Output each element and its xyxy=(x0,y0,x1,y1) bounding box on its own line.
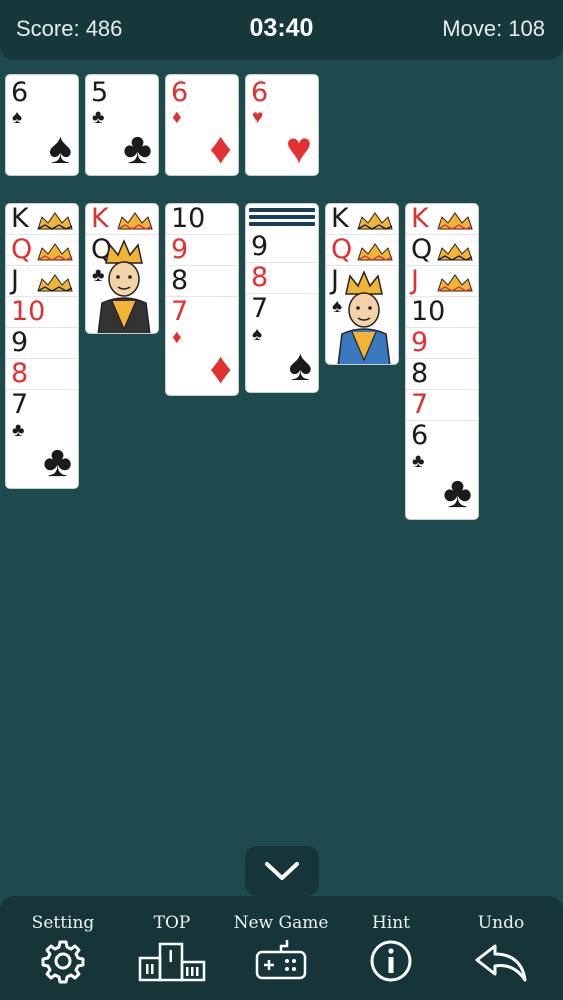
court-crown-icon xyxy=(437,212,473,230)
card-rank: 7 xyxy=(171,296,189,327)
hint-button[interactable]: Hint xyxy=(335,896,447,1000)
suit-pip-large: ♦ xyxy=(209,344,232,393)
undo-button[interactable]: Undo xyxy=(445,896,557,1000)
setting-label: Setting xyxy=(31,913,95,933)
tableau-column[interactable]: K Q J 10 9 8 7 6 ♣ ♣ xyxy=(405,203,479,520)
court-crown-icon xyxy=(357,243,393,261)
tableau-column[interactable]: 10 9 8 7 ♦ ♦ xyxy=(165,203,239,396)
card-rank: 9 xyxy=(171,234,189,265)
card-rank: 10 xyxy=(171,203,206,234)
card-rank: K xyxy=(11,203,29,234)
card-rank: K xyxy=(91,203,109,234)
tableau-column[interactable]: K Q J 10 9 8 7 ♣ ♣ xyxy=(5,203,79,489)
suit-pip-large: ♣ xyxy=(43,437,72,486)
card-rank: K xyxy=(331,203,349,234)
suit-pip-small: ♥ xyxy=(252,107,264,128)
foundation-card[interactable]: 6 ♦ ♦ xyxy=(165,74,239,176)
court-portrait-icon xyxy=(97,239,151,333)
suit-pip-large: ♥ xyxy=(285,124,312,173)
move-counter: Move: 108 xyxy=(442,16,545,41)
foundation-card[interactable]: 6 ♠ ♠ xyxy=(5,74,79,176)
card-rank: 10 xyxy=(11,296,46,327)
card-rank: 6 xyxy=(11,77,29,108)
card-rank: 10 xyxy=(411,296,446,327)
top-bar: Score: 486 03:40 Move: 108 xyxy=(0,0,563,60)
suit-pip-large: ♦ xyxy=(209,124,232,173)
card-rank: J xyxy=(11,265,19,296)
card-rank: Q xyxy=(11,234,33,265)
card-rank: 7 xyxy=(251,293,269,324)
setting-button[interactable]: Setting xyxy=(7,896,119,1000)
suit-pip-small: ♦ xyxy=(172,327,182,348)
card-rank: K xyxy=(411,203,429,234)
court-crown-icon xyxy=(37,274,73,292)
court-crown-icon xyxy=(437,243,473,261)
suit-pip-large: ♣ xyxy=(123,124,152,173)
tableau-column[interactable]: K Q ♣ xyxy=(85,203,159,334)
card-rank: 6 xyxy=(411,420,429,451)
court-portrait-icon xyxy=(337,270,391,364)
gear-icon xyxy=(41,940,85,984)
top-label: TOP xyxy=(153,913,191,933)
hint-label: Hint xyxy=(371,913,411,933)
card-rank: Q xyxy=(331,234,353,265)
card-rank: J xyxy=(411,265,419,296)
card-rank: 5 xyxy=(91,77,109,108)
foundation-card[interactable]: 6 ♥ ♥ xyxy=(245,74,319,176)
face-down-card xyxy=(246,204,318,232)
court-crown-icon xyxy=(117,212,153,230)
foundation-card[interactable]: 5 ♣ ♣ xyxy=(85,74,159,176)
card-rank: 6 xyxy=(251,77,269,108)
suit-pip-large: ♠ xyxy=(288,341,312,390)
suit-pip-large: ♠ xyxy=(48,124,72,173)
tableau-column[interactable]: K Q J ♠ xyxy=(325,203,399,365)
suit-pip-small: ♦ xyxy=(172,107,182,128)
card-rank: 8 xyxy=(11,358,29,389)
suit-pip-small: ♣ xyxy=(12,420,25,441)
card-rank: Q xyxy=(411,234,433,265)
chevron-down-icon xyxy=(265,862,299,880)
undo-label: Undo xyxy=(477,913,525,933)
card-rank: 9 xyxy=(11,327,29,358)
suit-pip-small: ♠ xyxy=(252,324,263,345)
new-game-button[interactable]: New Game xyxy=(225,896,337,1000)
court-crown-icon xyxy=(37,212,73,230)
card-rank: 8 xyxy=(171,265,189,296)
collapse-toolbar-button[interactable] xyxy=(245,846,319,896)
card-rank: 6 xyxy=(171,77,189,108)
card-rank: 8 xyxy=(411,358,429,389)
gamepad-icon xyxy=(255,940,307,980)
card-rank: 7 xyxy=(411,389,429,420)
card-rank: 9 xyxy=(251,231,269,262)
suit-pip-large: ♣ xyxy=(443,468,472,517)
suit-pip-small: ♠ xyxy=(12,107,23,128)
undo-arrow-icon xyxy=(475,944,527,982)
suit-pip-small: ♣ xyxy=(412,451,425,472)
tableau-column[interactable]: 9 8 7 ♠ ♠ xyxy=(245,203,319,393)
court-crown-icon xyxy=(37,243,73,261)
card-rank: 8 xyxy=(251,262,269,293)
top-leaderboard-button[interactable]: TOP xyxy=(116,896,228,1000)
suit-pip-small: ♣ xyxy=(92,107,105,128)
card-rank: 9 xyxy=(411,327,429,358)
card-rank: 7 xyxy=(11,389,29,420)
info-icon xyxy=(370,940,412,982)
court-crown-icon xyxy=(357,212,393,230)
bottom-toolbar: Setting TOP New Game Hint Undo xyxy=(0,896,563,1000)
court-crown-icon xyxy=(437,274,473,292)
new-game-label: New Game xyxy=(233,913,329,933)
podium-icon xyxy=(138,942,206,982)
